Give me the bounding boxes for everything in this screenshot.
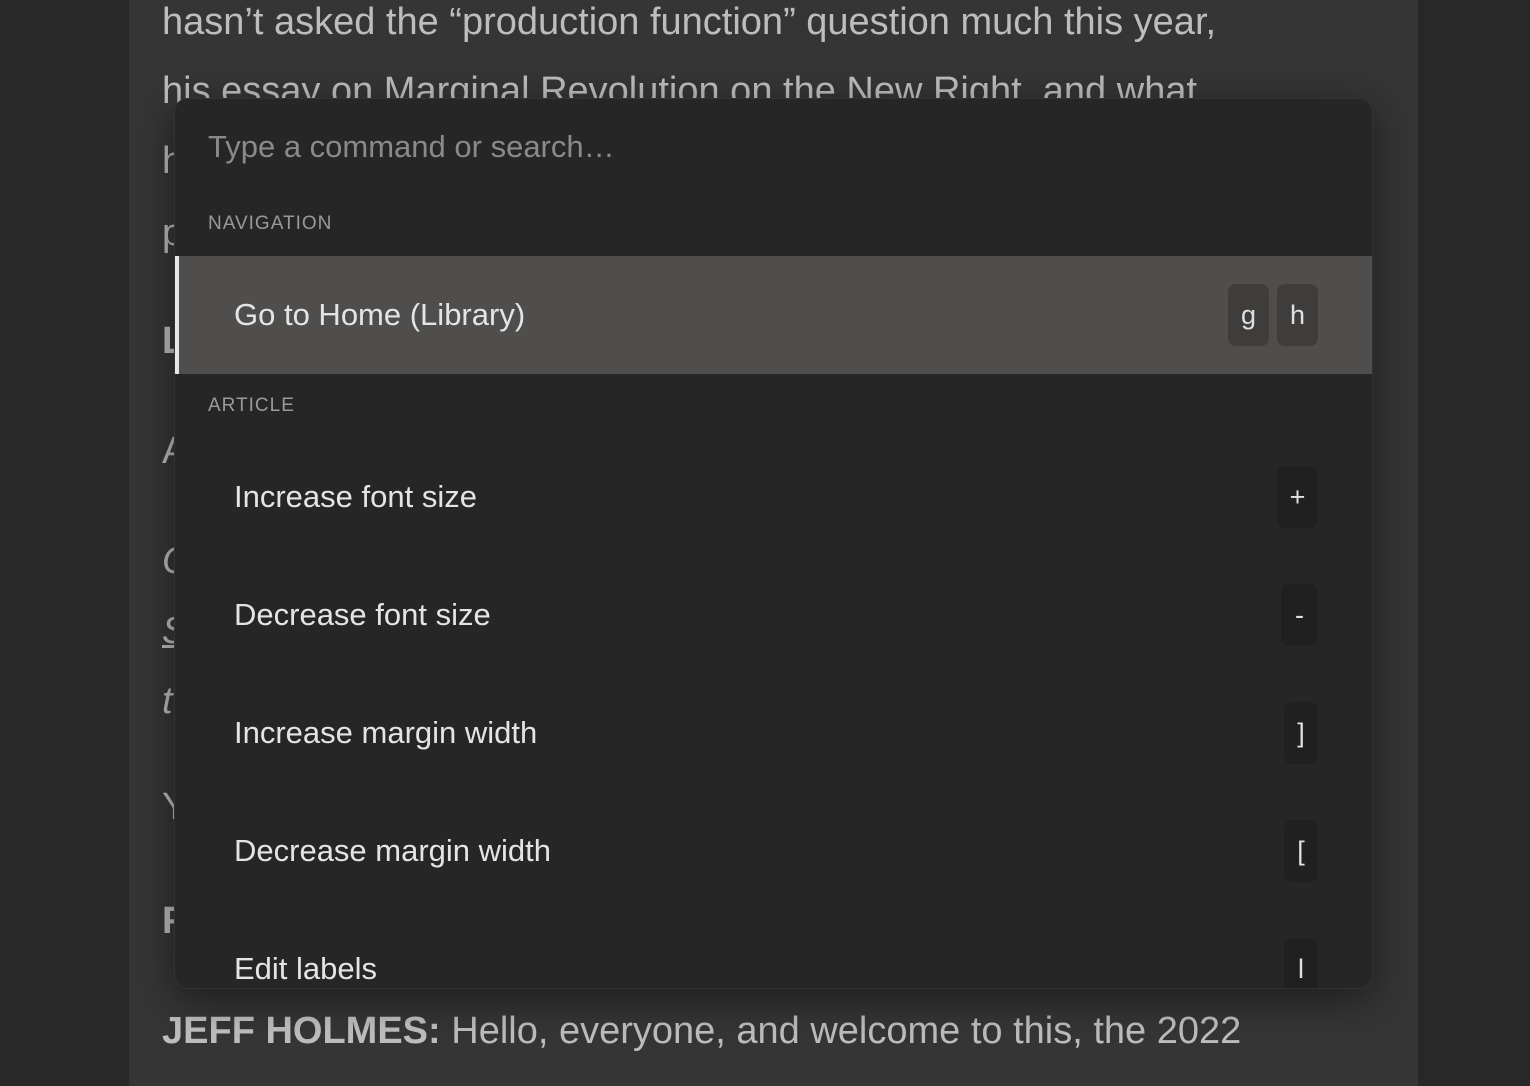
speaker-name: JEFF HOLMES: [162, 1010, 441, 1052]
command-label: Decrease font size [234, 597, 491, 632]
shortcut-key: - [1281, 584, 1318, 646]
shortcut-key: g [1228, 284, 1269, 346]
command-palette: NAVIGATION Go to Home (Library) g h ARTI… [174, 98, 1373, 989]
shortcut-keys: l [1284, 938, 1318, 988]
shortcut-keys: + [1277, 466, 1318, 528]
command-search-input[interactable] [175, 99, 1372, 194]
command-label: Decrease margin width [234, 833, 552, 868]
shortcut-keys: [ [1284, 820, 1318, 882]
transcript-line: JEFF HOLMES: Hello, everyone, and welcom… [162, 1012, 1241, 1050]
shortcut-key: + [1277, 466, 1318, 528]
speech-text: Hello, everyone, and welcome to this, th… [440, 1010, 1242, 1052]
article-fragment: t [162, 680, 173, 722]
shortcut-keys: - [1281, 584, 1318, 646]
shortcut-keys: g h [1228, 284, 1318, 346]
command-label: Edit labels [234, 951, 378, 986]
section-label-article: ARTICLE [208, 395, 295, 416]
shortcut-key: l [1284, 938, 1318, 988]
shortcut-key: ] [1284, 702, 1318, 764]
command-edit-labels[interactable]: Edit labels l [175, 910, 1372, 988]
command-decrease-margin-width[interactable]: Decrease margin width [ [175, 792, 1372, 910]
command-go-to-home[interactable]: Go to Home (Library) g h [175, 256, 1372, 374]
command-label: Go to Home (Library) [234, 297, 526, 332]
command-increase-font-size[interactable]: Increase font size + [175, 438, 1372, 556]
command-label: Increase font size [234, 479, 477, 514]
shortcut-key: [ [1284, 820, 1318, 882]
shortcut-keys: ] [1284, 702, 1318, 764]
command-label: Increase margin width [234, 715, 538, 750]
section-label-navigation: NAVIGATION [208, 213, 333, 234]
article-line-1: hasn’t asked the “production function” q… [162, 1, 1217, 43]
command-decrease-font-size[interactable]: Decrease font size - [175, 556, 1372, 674]
command-increase-margin-width[interactable]: Increase margin width ] [175, 674, 1372, 792]
shortcut-key: h [1277, 284, 1318, 346]
